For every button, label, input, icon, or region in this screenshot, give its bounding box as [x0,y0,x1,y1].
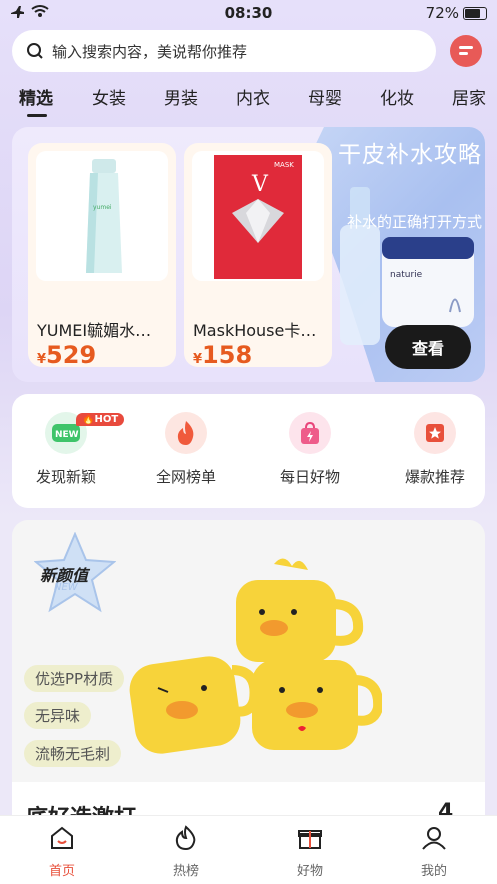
status-bar: 08:30 72% [0,0,497,26]
bottom-nav: 首页 热榜 好物 我的 [0,815,497,884]
hot-badge: 🔥HOT [76,413,125,426]
search-bar[interactable]: 输入搜索内容，美说帮你推荐 [12,30,436,72]
quick-daily-label: 每日好物 [279,468,340,486]
tab-baby[interactable]: 母婴 [308,84,342,109]
product-card[interactable]: yumei YUMEI毓媚水… ¥529 [28,143,176,369]
flame-icon [165,412,207,454]
tab-featured[interactable]: 精选 [19,84,53,109]
fire-icon [175,825,196,851]
tab-underwear[interactable]: 内衣 [236,84,270,109]
category-tabs: 精选 女装 男装 内衣 母婴 化妆 居家 [0,84,497,120]
message-icon [459,46,473,55]
svg-text:naturie: naturie [390,270,423,280]
fire-icon: 🔥 [82,414,95,425]
nav-home-label: 首页 [48,864,75,879]
tab-home[interactable]: 居家 [452,84,486,109]
nav-hot-label: 热榜 [172,864,199,879]
svg-text:yumei: yumei [93,204,112,211]
shopping-bag-icon [289,412,331,454]
feature-banner[interactable]: NEW 新颜值 优选PP材质 无异味 流畅无毛刺 [12,520,485,820]
gift-icon [298,830,322,849]
nav-mine-label: 我的 [420,864,447,879]
quick-hot-picks-label: 爆款推荐 [404,468,465,486]
search-placeholder: 输入搜索内容，美说帮你推荐 [52,42,248,61]
message-button[interactable] [450,35,482,67]
duck-cups-image [129,558,382,754]
tab-indicator [27,114,47,117]
product-price: ¥158 [193,341,253,369]
nav-hot[interactable]: 热榜 [146,824,226,879]
nav-mine[interactable]: 我的 [394,824,474,879]
home-icon [51,826,73,849]
svg-text:NEW: NEW [55,430,79,440]
tab-women[interactable]: 女装 [92,84,126,109]
tab-men[interactable]: 男装 [164,84,198,109]
promo-view-button[interactable]: 查看 [385,325,471,369]
product-card[interactable]: V MASK MaskHouse卡… ¥158 [184,143,332,369]
svg-text:MASK: MASK [274,161,294,169]
promo-title: 干皮补水攻略 [338,142,482,168]
user-icon [422,827,446,850]
product-image: yumei [36,151,168,281]
nav-goods[interactable]: 好物 [270,824,350,879]
quick-hot-picks[interactable]: 爆款推荐 [380,412,490,487]
quick-ranking-label: 全网榜单 [155,468,216,486]
feature-chip: 优选PP材质 [24,665,125,692]
quick-new-label: 发现新颖 [35,468,96,486]
product-name: MaskHouse卡… [193,321,317,340]
feature-chip: 流畅无毛刺 [24,740,122,767]
search-icon [27,43,43,59]
product-name: YUMEI毓媚水… [37,321,152,340]
feature-chip: 无异味 [24,702,92,729]
quick-ranking[interactable]: 全网榜单 [131,412,241,487]
promo-banner: naturie 干皮补水攻略 补水的正确打开方式 查看 yumei YUMEI毓… [12,127,485,382]
status-time: 08:30 [224,4,273,22]
nav-goods-label: 好物 [296,864,323,879]
star-box-icon [414,412,456,454]
quick-entry-panel: NEW 发现新颖 🔥HOT 全网榜单 每日好物 爆款推荐 [12,394,485,508]
svg-text:V: V [251,172,269,197]
product-price: ¥529 [37,341,97,369]
nav-home[interactable]: 首页 [22,824,102,879]
feature-tag: 新颜值 [40,566,89,585]
product-image: V MASK [192,151,324,281]
battery-icon [463,6,487,20]
quick-daily[interactable]: 每日好物 [255,412,365,487]
promo-subtitle: 补水的正确打开方式 [346,213,482,231]
tab-makeup[interactable]: 化妆 [380,84,414,109]
battery-percent: 72% [425,4,459,22]
